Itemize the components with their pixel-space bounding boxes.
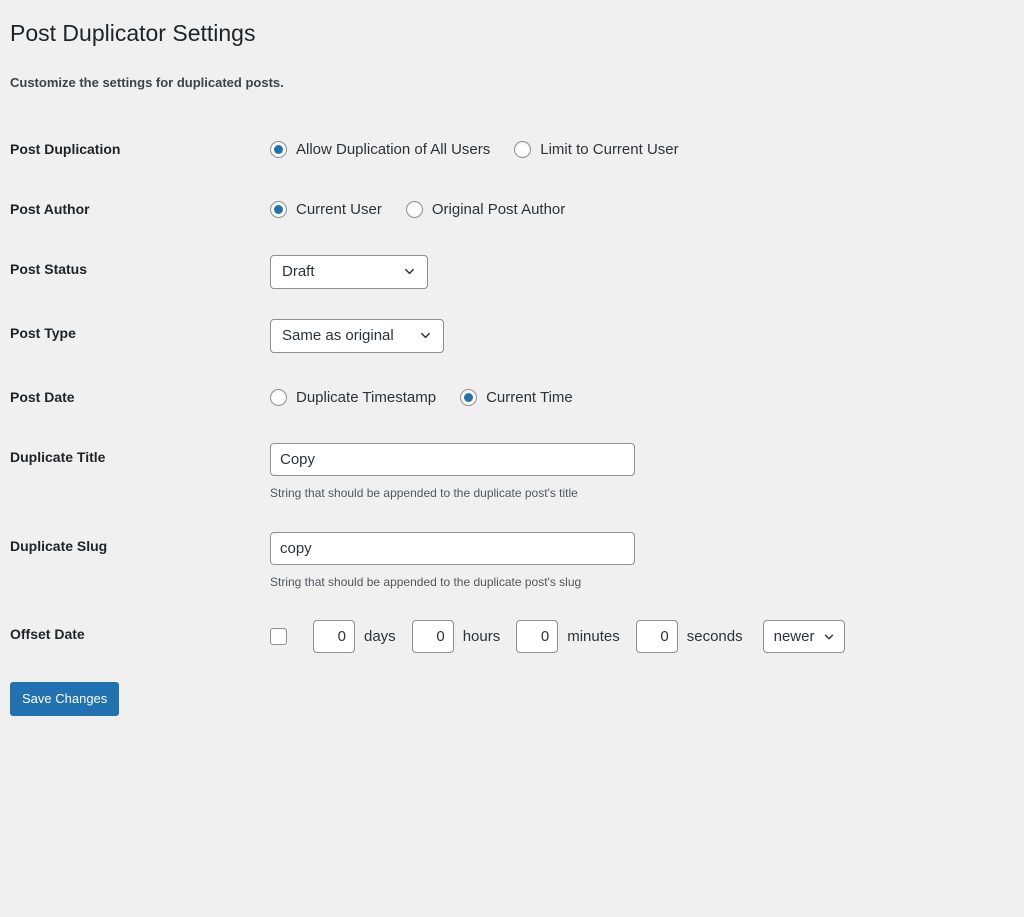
chevron-down-icon [402, 264, 417, 279]
radio-option-current-time[interactable]: Current Time [460, 389, 573, 407]
offset-days-input[interactable]: 0 [313, 620, 355, 654]
radio-label: Allow Duplication of All Users [296, 141, 491, 159]
offset-date-controls: 0 days 0 hours 0 minutes 0 seconds newer [270, 620, 1004, 654]
settings-form-table: Post Duplication Allow Duplication of Al… [10, 120, 1014, 669]
offset-direction-select[interactable]: newer [762, 620, 846, 654]
chevron-down-icon [822, 630, 836, 644]
duplicate-slug-input[interactable]: copy [270, 531, 635, 565]
chevron-down-icon [418, 328, 433, 343]
label-post-author: Post Author [10, 200, 90, 217]
field-post-author: Current User Original Post Author [260, 180, 1014, 240]
offset-seconds-value: 0 [660, 628, 669, 646]
label-duplicate-title: Duplicate Title [10, 448, 106, 465]
radio-option-original-post-author[interactable]: Original Post Author [405, 201, 566, 219]
offset-date-checkbox[interactable] [270, 628, 287, 646]
row-duplicate-slug: Duplicate Slug copy String that should b… [10, 517, 1014, 606]
duplicate-slug-help: String that should be appended to the du… [270, 574, 582, 589]
settings-page: Post Duplicator Settings Customize the s… [0, 0, 1024, 717]
field-post-duplication: Allow Duplication of All Users Limit to … [260, 120, 1014, 180]
duplicate-title-help: String that should be appended to the du… [270, 485, 578, 500]
duplicate-slug-value: copy [280, 539, 312, 557]
label-post-type: Post Type [10, 324, 76, 341]
submit-area: Save Changes [10, 668, 1014, 717]
post-status-value: Draft [282, 263, 315, 281]
offset-days-value: 0 [337, 628, 346, 646]
label-post-status: Post Status [10, 260, 88, 277]
radio-option-allow-all-users[interactable]: Allow Duplication of All Users [270, 141, 491, 159]
post-type-select[interactable]: Same as original [270, 318, 444, 353]
radio-option-duplicate-timestamp[interactable]: Duplicate Timestamp [270, 389, 437, 407]
radio-icon[interactable] [514, 141, 532, 159]
field-duplicate-slug: copy String that should be appended to t… [260, 517, 1014, 606]
radio-group-post-date: Duplicate Timestamp Current Time [270, 383, 1004, 413]
offset-seconds-unit: seconds [686, 628, 743, 646]
label-offset-date: Offset Date [10, 626, 85, 643]
radio-icon[interactable] [270, 141, 287, 159]
row-post-duplication: Post Duplication Allow Duplication of Al… [10, 120, 1014, 180]
offset-hours-input[interactable]: 0 [411, 620, 454, 654]
radio-label: Duplicate Timestamp [296, 389, 437, 407]
page-subtitle: Customize the settings for duplicated po… [10, 74, 284, 90]
radio-option-current-user[interactable]: Current User [270, 201, 382, 219]
label-post-duplication: Post Duplication [10, 140, 121, 157]
row-post-date: Post Date Duplicate Timestamp Current Ti… [10, 368, 1014, 428]
offset-minutes-input[interactable]: 0 [516, 620, 559, 654]
radio-icon[interactable] [270, 389, 287, 407]
offset-direction-value: newer [773, 628, 815, 646]
post-status-select[interactable]: Draft [270, 254, 428, 289]
row-offset-date: Offset Date 0 days 0 hours 0 minutes 0 s… [10, 605, 1014, 668]
radio-icon[interactable] [405, 201, 423, 219]
offset-seconds-input[interactable]: 0 [635, 620, 678, 654]
radio-icon[interactable] [270, 201, 287, 219]
radio-icon[interactable] [460, 389, 478, 407]
offset-days-unit: days [364, 628, 396, 646]
radio-label: Original Post Author [431, 201, 566, 219]
offset-hours-unit: hours [462, 628, 501, 646]
field-post-type: Same as original [260, 304, 1014, 368]
radio-group-post-duplication: Allow Duplication of All Users Limit to … [270, 135, 1004, 165]
duplicate-title-value: Copy [280, 450, 316, 468]
row-post-status: Post Status Draft [10, 240, 1014, 304]
radio-label: Current Time [486, 389, 573, 407]
radio-label: Current User [296, 201, 382, 219]
duplicate-title-input[interactable]: Copy [270, 442, 635, 476]
label-duplicate-slug: Duplicate Slug [10, 537, 108, 554]
row-duplicate-title: Duplicate Title Copy String that should … [10, 428, 1014, 517]
field-post-date: Duplicate Timestamp Current Time [260, 368, 1014, 428]
row-post-type: Post Type Same as original [10, 304, 1014, 368]
offset-hours-value: 0 [436, 628, 445, 646]
radio-option-limit-current-user[interactable]: Limit to Current User [514, 141, 679, 159]
field-offset-date: 0 days 0 hours 0 minutes 0 seconds newer [260, 605, 1014, 668]
offset-minutes-value: 0 [540, 628, 550, 646]
radio-group-post-author: Current User Original Post Author [270, 195, 1004, 225]
field-duplicate-title: Copy String that should be appended to t… [260, 428, 1014, 517]
radio-label: Limit to Current User [540, 141, 679, 159]
row-post-author: Post Author Current User Original Post A… [10, 180, 1014, 240]
post-type-value: Same as original [282, 327, 394, 345]
offset-minutes-unit: minutes [567, 628, 620, 646]
page-title: Post Duplicator Settings [10, 20, 256, 46]
field-post-status: Draft [260, 240, 1014, 304]
label-post-date: Post Date [10, 388, 75, 405]
save-changes-button[interactable]: Save Changes [10, 682, 120, 717]
